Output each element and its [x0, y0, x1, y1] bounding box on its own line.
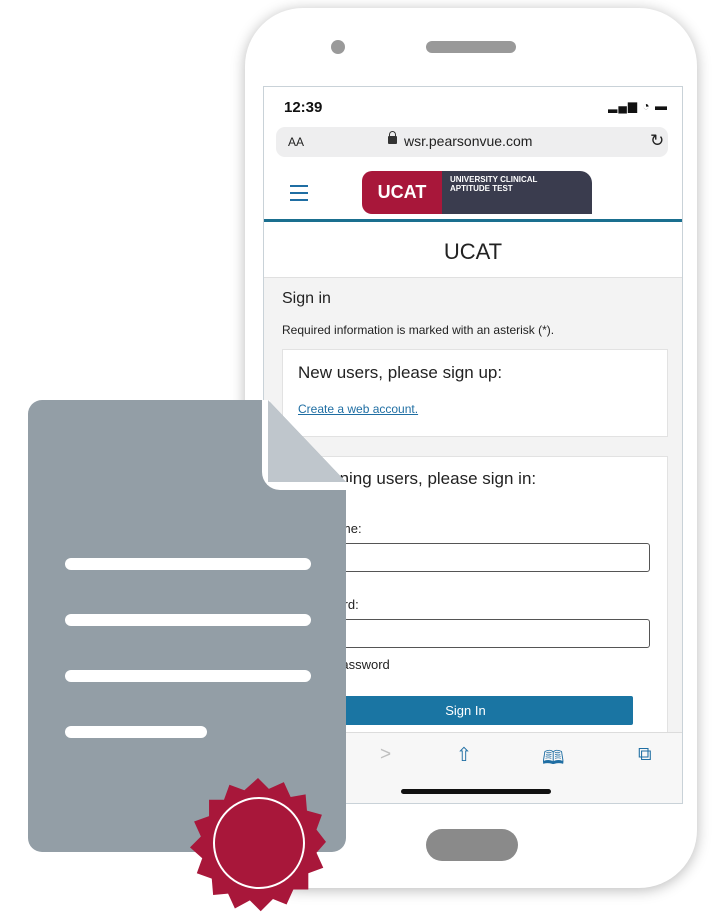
sign-in-button[interactable]: Sign In: [298, 696, 633, 725]
bookmarks-icon[interactable]: 🕮: [542, 744, 564, 776]
ucat-logo-full: UNIVERSITY CLINICAL APTITUDE TEST: [442, 171, 592, 214]
new-users-title: New users, please sign up:: [298, 363, 503, 382]
ucat-logo-short: UCAT: [362, 171, 442, 214]
forward-icon[interactable]: >: [380, 744, 391, 766]
lock-icon: [388, 131, 397, 144]
text-size-button[interactable]: AA: [288, 135, 304, 149]
camera-icon: [331, 40, 345, 54]
tabs-icon[interactable]: ⧉: [638, 744, 652, 766]
document-line: [65, 558, 311, 570]
home-indicator: [401, 789, 551, 794]
status-icons: ▂▄▆ ◔ ▬: [608, 99, 668, 113]
speaker-grille: [426, 41, 516, 53]
logo-line-2: APTITUDE TEST: [450, 184, 513, 193]
page-title: UCAT: [443, 239, 503, 264]
home-button[interactable]: [426, 829, 518, 861]
share-icon[interactable]: ⇧: [456, 744, 472, 767]
reload-icon[interactable]: ↻: [650, 131, 664, 151]
seal-ring: [213, 797, 305, 889]
document-line: [65, 670, 311, 682]
required-note: Required information is marked with an a…: [282, 323, 555, 337]
password-input[interactable]: [298, 619, 650, 648]
signin-heading: Sign in: [282, 290, 331, 307]
document-line: [65, 614, 311, 626]
hamburger-menu-icon[interactable]: [290, 185, 308, 206]
status-time: 12:39: [284, 99, 323, 116]
document-line: [65, 726, 207, 738]
username-input[interactable]: [298, 543, 650, 572]
logo-line-1: UNIVERSITY CLINICAL: [450, 175, 538, 184]
url-text[interactable]: wsr.pearsonvue.com: [404, 133, 532, 149]
